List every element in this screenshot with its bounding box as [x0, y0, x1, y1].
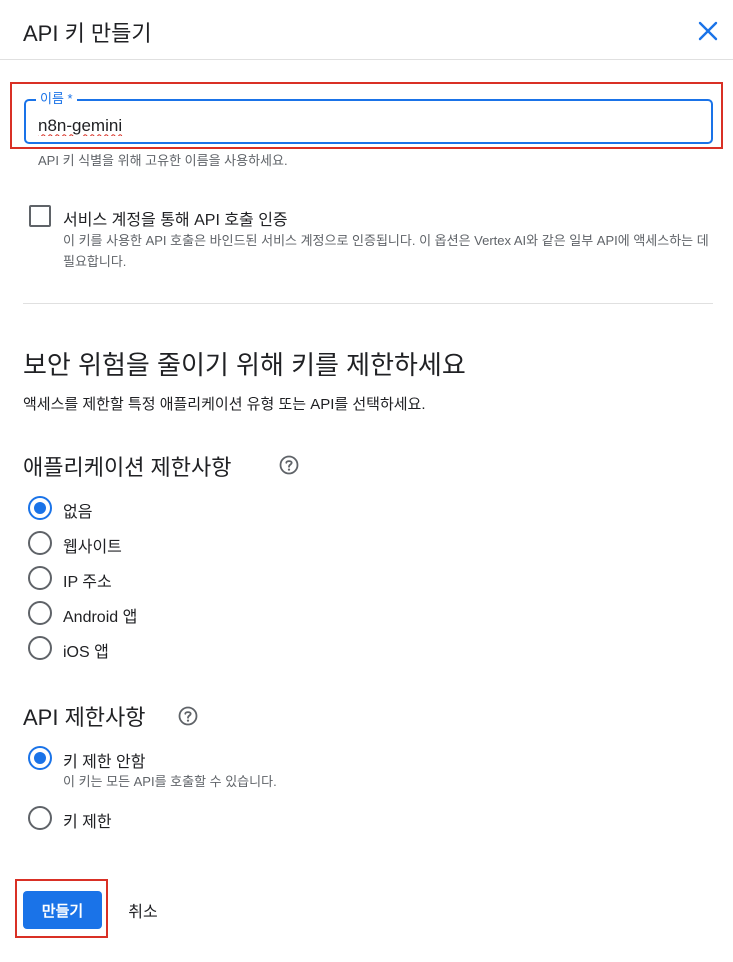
- api-no-restriction-radio[interactable]: [28, 746, 52, 770]
- app-restrictions-heading: 애플리케이션 제한사항: [23, 455, 232, 480]
- app-restriction-android-label: Android 앱: [63, 609, 138, 626]
- cancel-button[interactable]: 취소: [117, 891, 169, 929]
- help-circle-icon[interactable]: [278, 454, 300, 476]
- app-restriction-ios-label: iOS 앱: [63, 644, 109, 661]
- service-account-checkbox[interactable]: [29, 205, 51, 227]
- restrict-heading: 보안 위험을 줄이기 위해 키를 제한하세요: [23, 350, 466, 380]
- app-restriction-websites-label: 웹사이트: [63, 539, 122, 556]
- app-restriction-none-label: 없음: [63, 504, 93, 521]
- name-input[interactable]: [26, 101, 711, 142]
- dialog-title: API 키 만들기: [23, 21, 152, 46]
- dialog-header: API 키 만들기: [0, 0, 733, 60]
- restrict-description: 액세스를 제한할 특정 애플리케이션 유형 또는 API를 선택하세요.: [23, 396, 426, 413]
- api-restrict-key-label: 키 제한: [63, 814, 112, 831]
- app-restriction-android-radio[interactable]: [28, 601, 52, 625]
- api-restrict-key-radio[interactable]: [28, 806, 52, 830]
- divider: [23, 303, 713, 304]
- close-icon[interactable]: [694, 17, 722, 45]
- app-restriction-websites-radio[interactable]: [28, 531, 52, 555]
- api-restrictions-heading: API 제한사항: [23, 705, 146, 730]
- api-no-restriction-description: 이 키는 모든 API를 호출할 수 있습니다.: [63, 774, 277, 789]
- create-button[interactable]: 만들기: [23, 891, 102, 929]
- name-field-label: 이름 *: [36, 92, 77, 106]
- name-field[interactable]: 이름 *: [24, 92, 713, 144]
- app-restriction-ip-radio[interactable]: [28, 566, 52, 590]
- service-account-description: 이 키를 사용한 API 호출은 바인드된 서비스 계정으로 인증됩니다. 이 …: [63, 233, 709, 269]
- name-field-hint: API 키 식별을 위해 고유한 이름을 사용하세요.: [38, 153, 288, 168]
- app-restriction-none-radio[interactable]: [28, 496, 52, 520]
- help-circle-icon[interactable]: [177, 705, 199, 727]
- app-restriction-ios-radio[interactable]: [28, 636, 52, 660]
- service-account-label: 서비스 계정을 통해 API 호출 인증: [63, 212, 288, 229]
- api-no-restriction-label: 키 제한 안함: [63, 754, 146, 771]
- app-restriction-ip-label: IP 주소: [63, 574, 112, 591]
